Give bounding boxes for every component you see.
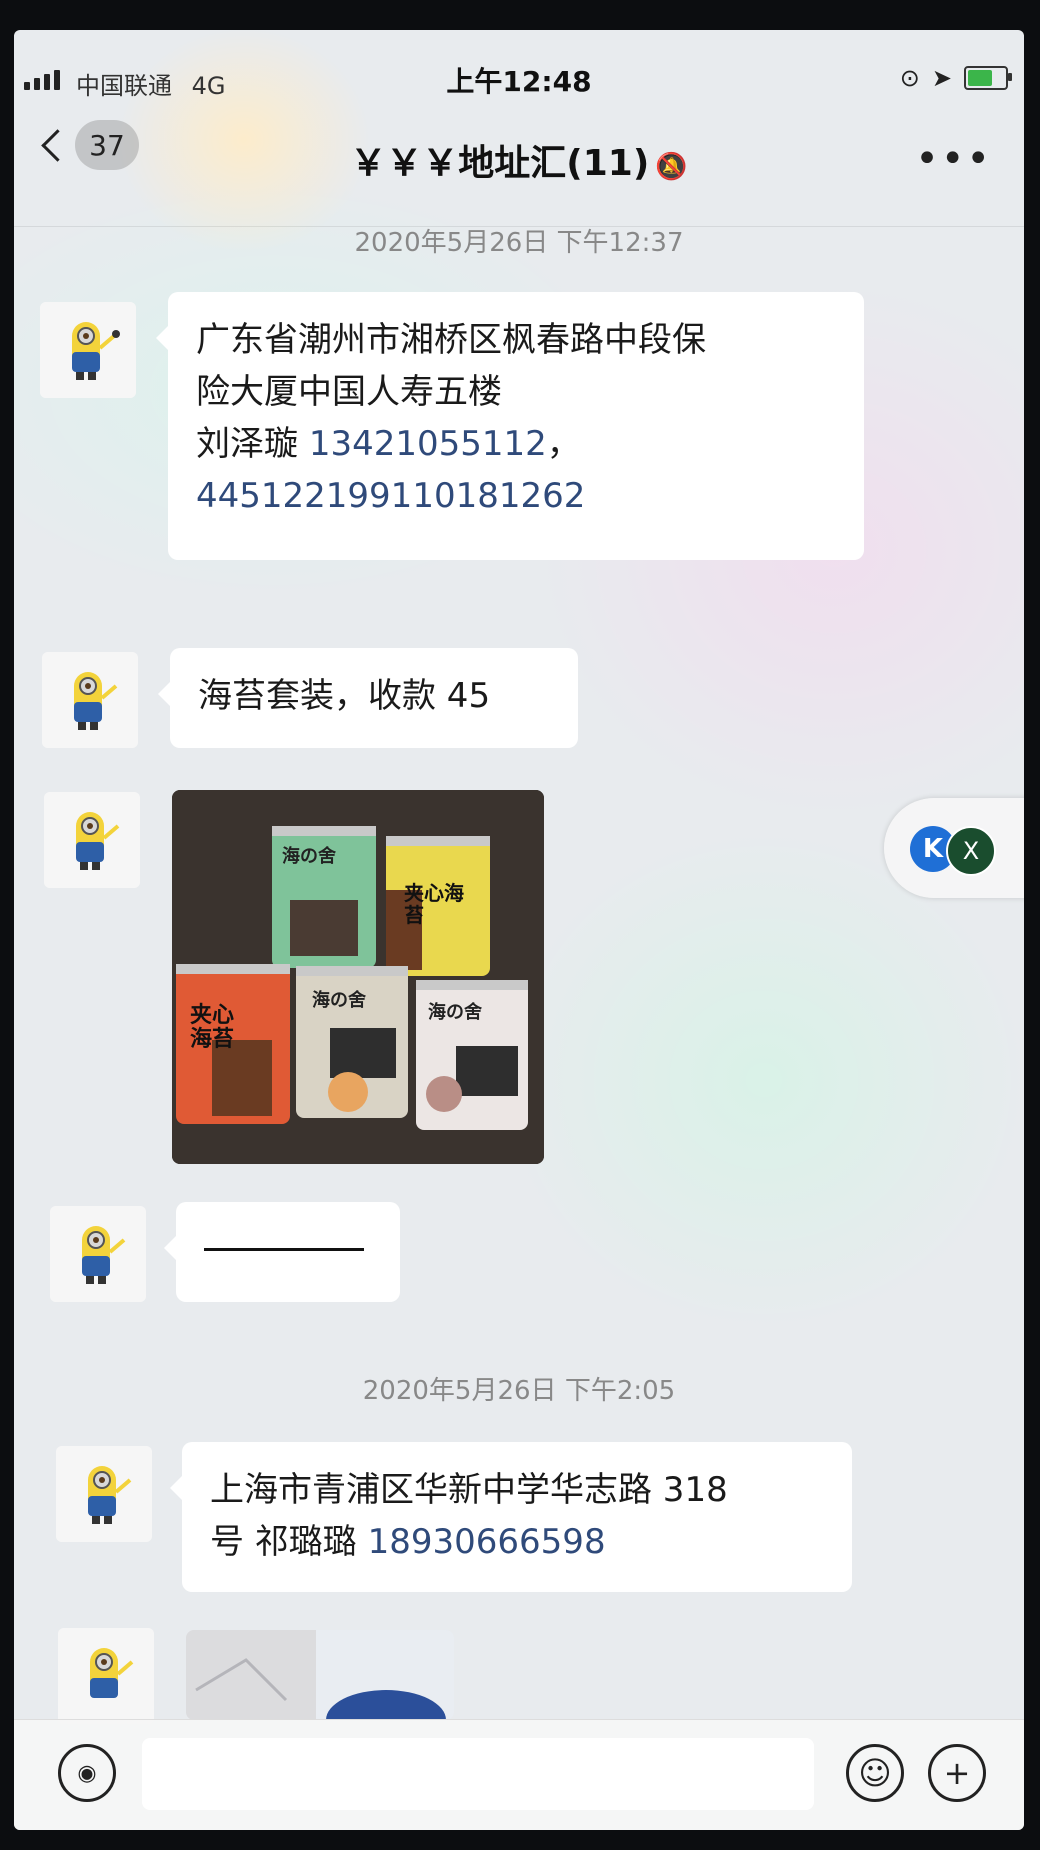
address-line: 上海市青浦区华新中学华志路 318 [210,1470,728,1510]
seaweed-cans-photo [172,790,544,1164]
message-bubble[interactable]: 海苔套装，收款 45 [158,648,578,748]
phone-screen: 中国联通 4G 上午12:48 ⊙ ➤ 37 ￥￥￥地址汇(11) 🔕 ••• 2… [14,30,1024,1830]
photo-message[interactable]: 海の舍 夹心海苔 夹心海苔 海の舍 海の舍 [172,790,544,1164]
can-label: 夹心海苔 [190,1003,235,1052]
avatar-minion[interactable] [40,302,136,398]
input-bar: ◉ ☺ + [14,1719,1024,1830]
can-label: 海の舍 [312,990,366,1011]
message-bubble[interactable]: 上海市青浦区华新中学华志路 318 号 祁璐璐 18930666598 [170,1442,852,1592]
battery-icon [964,66,1012,90]
message-bubble[interactable]: 广东省潮州市湘桥区枫春路中段保 险大厦中国人寿五楼 刘泽璇 1342105511… [156,292,864,560]
emoji-button[interactable]: ☺ [846,1744,904,1802]
address-line: 广东省潮州市湘桥区枫春路中段保 [196,320,706,360]
group-name: ￥￥￥地址汇(11) [350,143,650,184]
location-icon: ➤ [931,64,952,92]
can-label: 夹心海苔 [404,881,464,927]
avatar-minion[interactable] [44,792,140,888]
message-timestamp: 2020年5月26日 下午2:05 [362,1376,676,1406]
recipient-name: 号 祁璐璐 [210,1522,368,1562]
status-bar: 中国联通 4G 上午12:48 ⊙ ➤ [14,30,1024,100]
avatar-minion[interactable] [58,1628,154,1724]
recipient-name: 刘泽璇 [196,424,298,464]
status-clock: 上午12:48 [446,65,592,98]
contact-line: 刘泽璇 13421055112， [196,418,836,470]
id-number-link[interactable]: 445122199110181262 [196,470,836,522]
plus-button[interactable]: + [928,1744,986,1802]
partial-photo [186,1630,454,1720]
phone-link[interactable]: 13421055112 [309,424,547,464]
message-bubble[interactable] [164,1202,400,1302]
line-symbol [204,1248,364,1251]
phone-link[interactable]: 18930666598 [368,1522,606,1562]
voice-icon: ◉ [77,1760,97,1786]
chat-header: 37 ￥￥￥地址汇(11) 🔕 ••• [14,110,1024,210]
mute-bell-icon: 🔕 [655,152,688,182]
chat-title: ￥￥￥地址汇(11) 🔕 [14,134,1024,186]
voice-button[interactable]: ◉ [58,1744,116,1802]
status-icons: ⊙ ➤ [899,64,1012,92]
avatar-minion[interactable] [42,652,138,748]
photo-message[interactable] [186,1630,454,1720]
contact-line: 号 祁璐璐 18930666598 [210,1516,824,1568]
emoji-icon: ☺ [858,1754,892,1792]
rotation-lock-icon: ⊙ [899,64,920,92]
floating-app-switcher[interactable]: K X [884,798,1024,898]
avatar-minion[interactable] [50,1206,146,1302]
message-input[interactable] [142,1738,814,1810]
message-timestamp: 2020年5月26日 下午12:37 [354,228,684,258]
plus-icon: + [943,1754,971,1792]
separator: ， [546,424,581,464]
avatar-minion[interactable] [56,1446,152,1542]
more-options-button[interactable]: ••• [915,136,992,182]
can-label: 海の舍 [282,846,336,867]
can-label: 海の舍 [428,1002,482,1023]
address-line: 险大厦中国人寿五楼 [196,372,502,412]
x-app-icon[interactable]: X [946,826,996,876]
message-text: 海苔套装，收款 45 [198,676,491,716]
